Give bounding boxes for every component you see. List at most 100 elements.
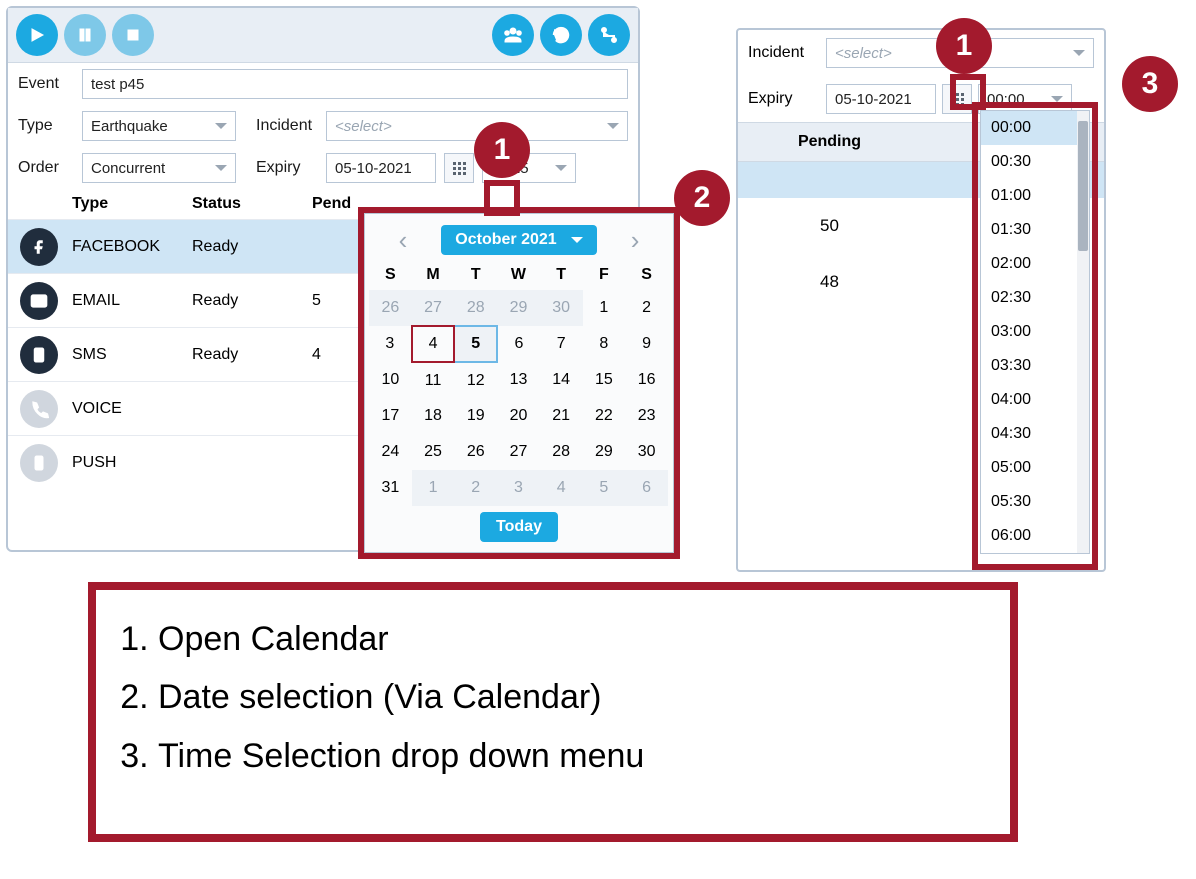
order-value: Concurrent [91,160,165,177]
event-input[interactable] [82,69,628,99]
time-option[interactable]: 01:30 [981,213,1077,247]
cell-pending: 50 [738,216,921,236]
channel-type: FACEBOOK [72,238,192,256]
calendar-day[interactable]: 3 [369,326,412,362]
calendar-today-button[interactable]: Today [480,512,558,542]
calendar-day[interactable]: 30 [625,434,668,470]
calendar-day[interactable]: 28 [540,434,583,470]
calendar-dayname: F [583,260,626,290]
col-status: Status [192,195,312,213]
time-option[interactable]: 04:30 [981,417,1077,451]
calendar-dayname: T [540,260,583,290]
time-option[interactable]: 02:00 [981,247,1077,281]
p2-expiry-time-value: 00:00 [987,91,1025,108]
calendar-day[interactable]: 31 [369,470,412,506]
channel-type: EMAIL [72,292,192,310]
calendar-day[interactable]: 30 [540,290,583,326]
type-label: Type [18,117,74,135]
calendar-next-button[interactable]: › [619,225,652,256]
stop-button[interactable] [112,14,154,56]
calendar-day[interactable]: 6 [497,326,540,362]
group-button[interactable] [492,14,534,56]
calendar-day[interactable]: 19 [454,398,497,434]
calendar-day[interactable]: 8 [583,326,626,362]
calendar-day[interactable]: 2 [625,290,668,326]
calendar-day[interactable]: 27 [412,290,455,326]
expiry-date-input[interactable]: 05-10-2021 [326,153,436,183]
channel-status: Ready [192,238,312,256]
calendar-grid: SMTWTFS 26272829301234567891011121314151… [369,260,669,506]
calendar-day[interactable]: 5 [454,326,497,362]
toolbar [8,8,638,63]
pause-button[interactable] [64,14,106,56]
calendar-day[interactable]: 7 [540,326,583,362]
calendar-day[interactable]: 4 [540,470,583,506]
email-icon [20,282,58,320]
calendar-day[interactable]: 16 [625,362,668,398]
calendar-day[interactable]: 4 [412,326,455,362]
calendar-day[interactable]: 17 [369,398,412,434]
time-dropdown[interactable]: 00:0000:3001:0001:3002:0002:3003:0003:30… [980,110,1090,554]
time-option[interactable]: 00:30 [981,145,1077,179]
time-option[interactable]: 04:00 [981,383,1077,417]
calendar-day[interactable]: 23 [625,398,668,434]
time-option[interactable]: 02:30 [981,281,1077,315]
callout-badge-2: 2 [674,170,730,226]
time-option[interactable]: 05:30 [981,485,1077,519]
calendar-day[interactable]: 21 [540,398,583,434]
time-option[interactable]: 00:00 [981,111,1077,145]
calendar-day[interactable]: 18 [412,398,455,434]
calendar-day[interactable]: 29 [497,290,540,326]
p2-expiry-date-input[interactable]: 05-10-2021 [826,84,936,114]
time-option[interactable]: 01:00 [981,179,1077,213]
calendar-day[interactable]: 13 [497,362,540,398]
calendar-month-select[interactable]: October 2021 [441,225,596,255]
calendar-dayname: T [454,260,497,290]
calendar-day[interactable]: 9 [625,326,668,362]
calendar-day[interactable]: 3 [497,470,540,506]
time-option[interactable]: 05:00 [981,451,1077,485]
scrollbar[interactable] [1077,111,1089,553]
calendar-day[interactable]: 12 [454,362,497,398]
calendar-day[interactable]: 27 [497,434,540,470]
time-option[interactable]: 03:30 [981,349,1077,383]
calendar-day[interactable]: 20 [497,398,540,434]
calendar-day[interactable]: 1 [412,470,455,506]
cell-pending: 48 [738,272,921,292]
summary-panel: Incident <select> Expiry 05-10-2021 00:0… [736,28,1106,572]
calendar-day[interactable]: 1 [583,290,626,326]
chevron-down-icon [607,123,619,129]
calendar-day[interactable]: 10 [369,362,412,398]
type-select[interactable]: Earthquake [82,111,236,141]
callout-badge-3: 3 [1122,56,1178,112]
chevron-down-icon [215,123,227,129]
calendar-day[interactable]: 29 [583,434,626,470]
calendar-prev-button[interactable]: ‹ [387,225,420,256]
time-option[interactable]: 03:00 [981,315,1077,349]
calendar-day[interactable]: 2 [454,470,497,506]
calendar-day[interactable]: 22 [583,398,626,434]
legend-item: Date selection (Via Calendar) [158,668,984,726]
calendar-day[interactable]: 15 [583,362,626,398]
flow-button[interactable] [588,14,630,56]
callout-box-calendar-icon [484,180,520,216]
calendar-icon-button[interactable] [444,153,474,183]
time-option[interactable]: 06:00 [981,519,1077,553]
calendar-day[interactable]: 28 [454,290,497,326]
calendar-day[interactable]: 6 [625,470,668,506]
legend-item: Time Selection drop down menu [158,727,984,785]
col-pending: Pending [738,133,921,151]
calendar-day[interactable]: 11 [412,362,455,398]
calendar-day[interactable]: 26 [369,290,412,326]
order-select[interactable]: Concurrent [82,153,236,183]
calendar-day[interactable]: 5 [583,470,626,506]
calendar-day[interactable]: 24 [369,434,412,470]
channel-type: VOICE [72,400,192,418]
calendar-day[interactable]: 26 [454,434,497,470]
incident-label: Incident [244,117,318,135]
p2-expiry-date-value: 05-10-2021 [835,91,912,108]
calendar-day[interactable]: 25 [412,434,455,470]
play-button[interactable] [16,14,58,56]
refresh-button[interactable] [540,14,582,56]
calendar-day[interactable]: 14 [540,362,583,398]
